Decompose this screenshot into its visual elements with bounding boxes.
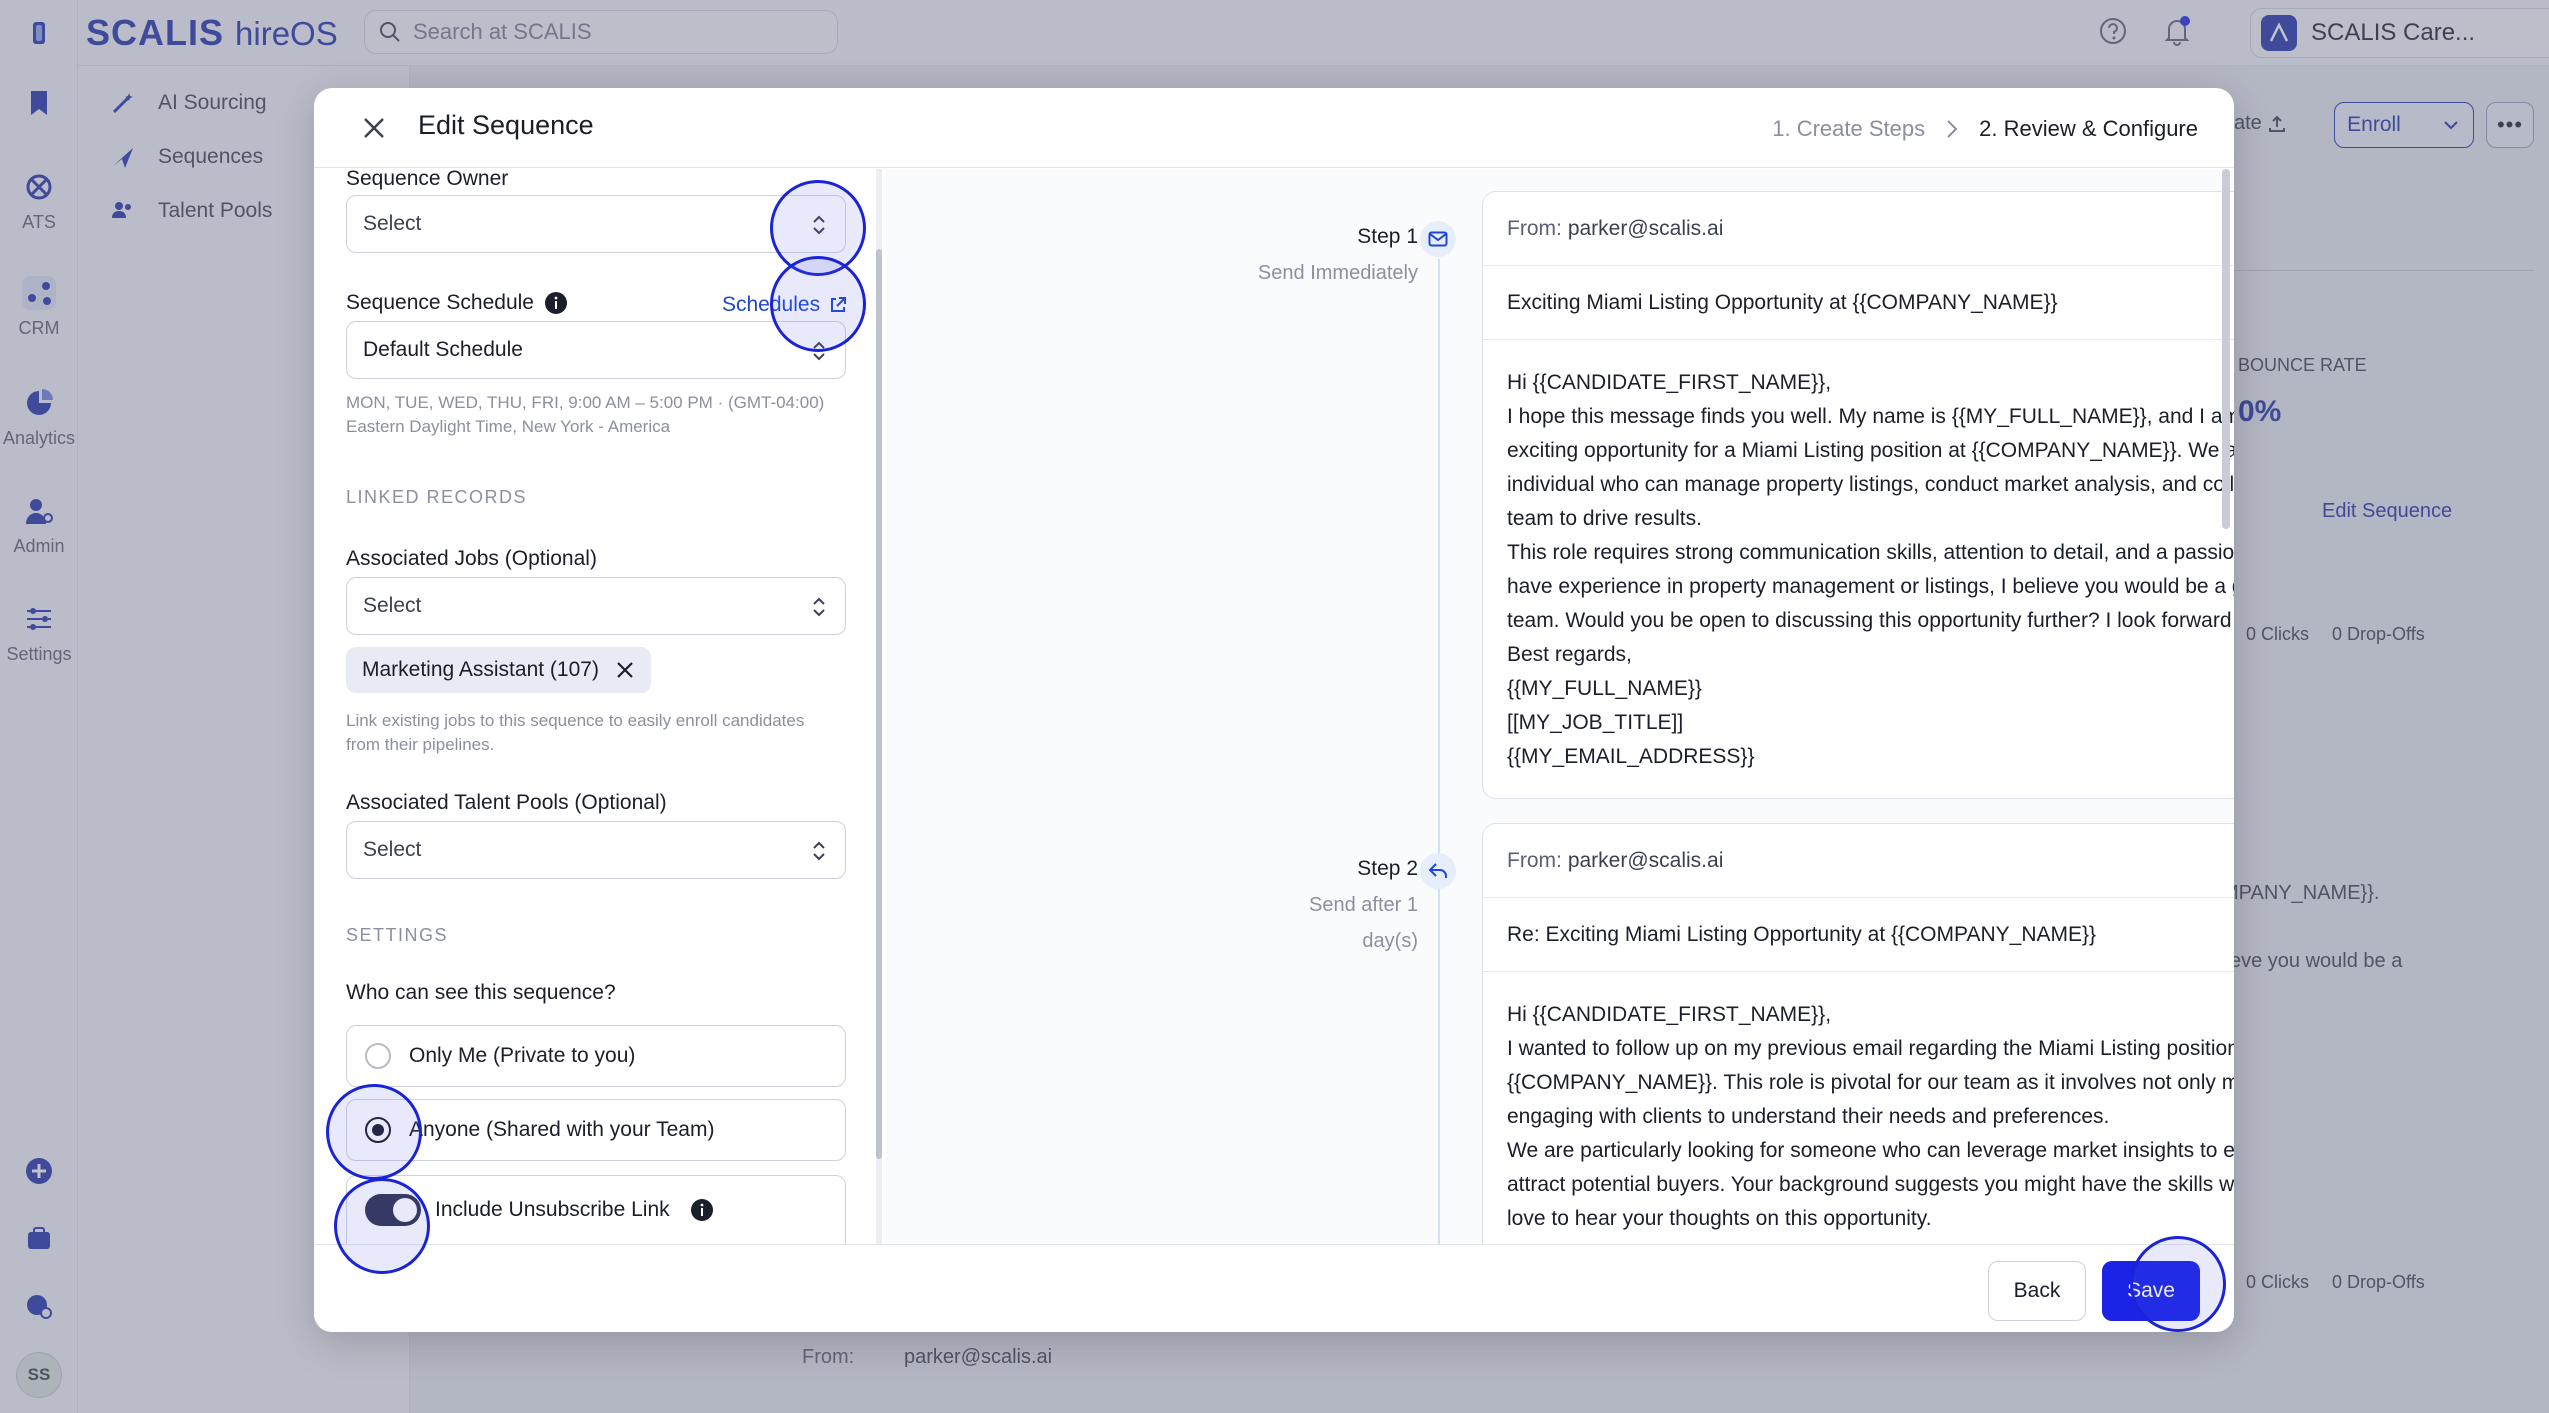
modal-title: Edit Sequence: [418, 110, 594, 140]
linked-records-heading: LINKED RECORDS: [346, 487, 528, 507]
step-2-body: Hi {{CANDIDATE_FIRST_NAME}}, I wanted to…: [1483, 972, 2234, 1244]
step-2-reply-badge: [1420, 853, 1456, 889]
sequence-owner-label: Sequence Owner: [346, 169, 509, 190]
wizard-steps: 1. Create Steps 2. Review & Configure: [1772, 116, 2198, 142]
edit-sequence-modal: Edit Sequence 1. Create Steps 2. Review …: [314, 88, 2234, 1332]
step-1-subject: Exciting Miami Listing Opportunity at {{…: [1483, 266, 2234, 340]
reply-icon: [1428, 863, 1447, 878]
step-1-body-line: I hope this message finds you well. My n…: [1507, 405, 2234, 530]
step-2-from-address: parker@scalis.ai: [1567, 848, 1724, 872]
step-create-steps[interactable]: 1. Create Steps: [1772, 116, 1925, 142]
unsubscribe-row[interactable]: Include Unsubscribe Link: [346, 1175, 846, 1244]
info-icon[interactable]: [544, 291, 568, 315]
sequence-schedule-value: Default Schedule: [363, 338, 523, 361]
sequence-schedule-select[interactable]: Default Schedule: [346, 321, 846, 379]
configuration-pane: Sequence Owner Select Sequence Schedule …: [314, 169, 878, 1244]
schedules-link[interactable]: Schedules: [722, 293, 848, 317]
chevron-up-down-icon: [813, 841, 825, 861]
schedules-link-label: Schedules: [722, 293, 821, 316]
chevron-up-down-icon: [813, 215, 825, 235]
step-1-body-line: {{MY_FULL_NAME}}: [1507, 677, 1702, 700]
step-1-email-card[interactable]: From: parker@scalis.ai Exciting Miami Lis…: [1482, 191, 2234, 799]
chevron-up-down-icon: [813, 597, 825, 617]
associated-jobs-select[interactable]: Select: [346, 577, 846, 635]
preview-scrollbar[interactable]: [2222, 169, 2230, 529]
associated-pools-select[interactable]: Select: [346, 821, 846, 879]
save-button[interactable]: Save: [2102, 1261, 2200, 1321]
step-2-body-line: We are particularly looking for someone …: [1507, 1139, 2234, 1230]
step-1-body-line: {{MY_EMAIL_ADDRESS}}: [1507, 745, 1755, 768]
back-button[interactable]: Back: [1988, 1261, 2086, 1321]
sequence-schedule-label: Sequence Schedule: [346, 291, 568, 315]
chevron-up-down-icon: [813, 341, 825, 361]
visibility-option-team-label: Anyone (Shared with your Team): [409, 1118, 715, 1141]
step-review-configure[interactable]: 2. Review & Configure: [1979, 116, 2198, 142]
step-1-body-line: Hi {{CANDIDATE_FIRST_NAME}},: [1507, 371, 1832, 394]
step-2-email-card[interactable]: From: parker@scalis.ai Re: Exciting Miami…: [1482, 823, 2234, 1244]
close-button[interactable]: [358, 112, 390, 144]
modal-footer: Back Save: [314, 1244, 2234, 1332]
schedule-hint: MON, TUE, WED, THU, FRI, 9:00 AM – 5:00 …: [346, 393, 825, 436]
associated-jobs-value: Select: [363, 594, 422, 617]
left-pane-scrollbar-thumb[interactable]: [876, 249, 882, 1159]
associated-pools-value: Select: [363, 838, 422, 861]
step-1-from-label: From:: [1507, 216, 1562, 240]
step-2-timing: Send after 1 day(s): [1309, 894, 1418, 952]
step-2-from-label: From:: [1507, 848, 1562, 872]
job-chip-label: Marketing Assistant (107): [362, 658, 599, 681]
associated-jobs-hint: Link existing jobs to this sequence to e…: [346, 711, 805, 754]
sequence-owner-select[interactable]: Select: [346, 195, 846, 253]
info-icon[interactable]: [690, 1198, 714, 1222]
envelope-icon: [1428, 231, 1448, 247]
radio-private[interactable]: [365, 1043, 391, 1069]
step-2-title: Step 2: [1357, 857, 1418, 880]
remove-chip-icon[interactable]: [615, 660, 635, 680]
timeline-line: [1438, 259, 1440, 1244]
step-1-body-line: [[MY_JOB_TITLE]]: [1507, 711, 1684, 734]
step-1-email-badge: [1420, 221, 1456, 257]
unsubscribe-toggle[interactable]: [365, 1194, 421, 1226]
step-1-from: From: parker@scalis.ai: [1483, 192, 2234, 266]
step-1-body-line: Best regards,: [1507, 643, 1632, 666]
left-pane-scrollbar[interactable]: [876, 169, 882, 1244]
step-1-timing: Send Immediately: [1257, 262, 1418, 284]
radio-team[interactable]: [365, 1117, 391, 1143]
step-1-title: Step 1: [1357, 225, 1418, 248]
unsubscribe-label: Include Unsubscribe Link: [435, 1198, 670, 1221]
associated-pools-label: Associated Talent Pools (Optional): [346, 791, 667, 814]
step-1-body: Hi {{CANDIDATE_FIRST_NAME}}, I hope this…: [1483, 340, 2234, 798]
step-2-from: From: parker@scalis.ai: [1483, 824, 2234, 898]
step-2-body-line: Hi {{CANDIDATE_FIRST_NAME}},: [1507, 1003, 1832, 1026]
visibility-option-team[interactable]: Anyone (Shared with your Team): [346, 1099, 846, 1161]
sequence-schedule-label-text: Sequence Schedule: [346, 291, 534, 314]
modal-header: Edit Sequence 1. Create Steps 2. Review …: [314, 88, 2234, 168]
external-link-icon: [831, 297, 847, 312]
step-2-body-line: I wanted to follow up on my previous ema…: [1507, 1037, 2234, 1128]
chevron-right-icon: [1947, 120, 1958, 138]
step-1-from-address: parker@scalis.ai: [1567, 216, 1724, 240]
visibility-option-private-label: Only Me (Private to you): [409, 1044, 636, 1067]
close-icon: [364, 118, 384, 138]
job-chip: Marketing Assistant (107): [346, 647, 651, 693]
settings-heading: SETTINGS: [346, 925, 449, 945]
associated-jobs-label: Associated Jobs (Optional): [346, 547, 597, 570]
step-2-subject: Re: Exciting Miami Listing Opportunity a…: [1483, 898, 2234, 972]
step-1-body-line: This role requires strong communication …: [1507, 541, 2234, 632]
sequence-owner-value: Select: [363, 212, 422, 235]
visibility-question: Who can see this sequence?: [346, 981, 616, 1004]
visibility-option-private[interactable]: Only Me (Private to you): [346, 1025, 846, 1087]
sequence-preview-pane: Step 1 Send Immediately From: parker@scal…: [886, 169, 2234, 1244]
